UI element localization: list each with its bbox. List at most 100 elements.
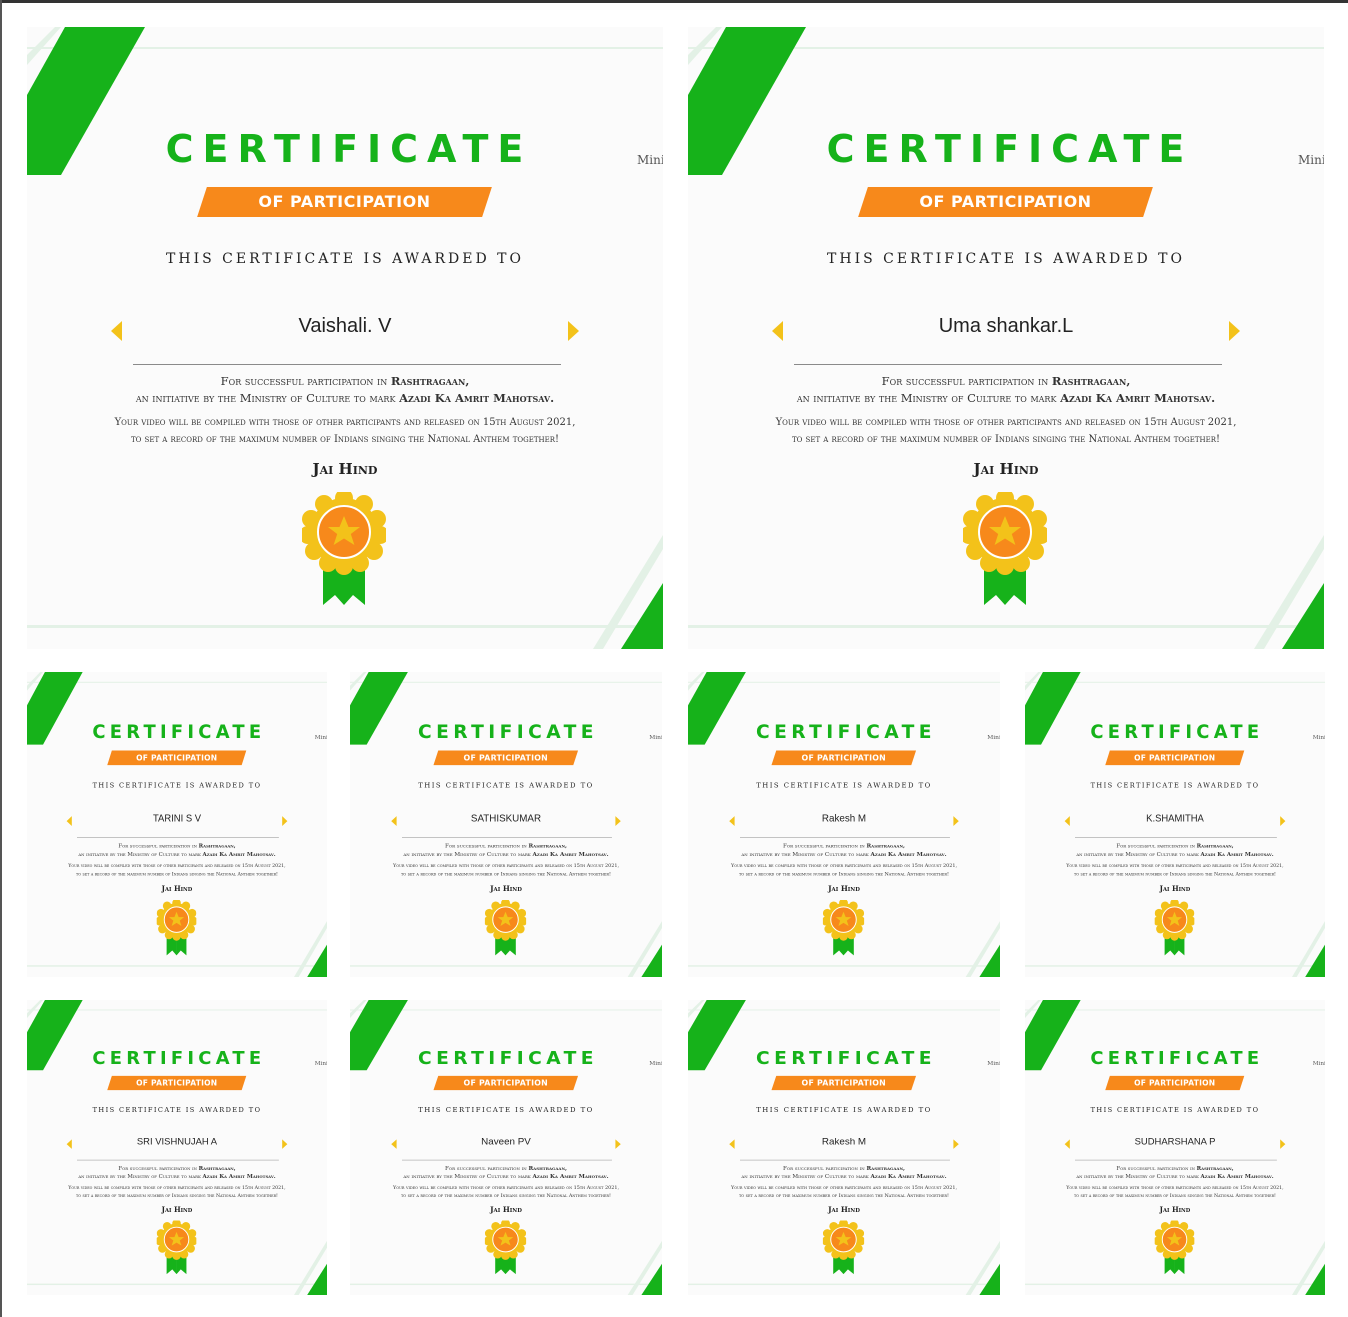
- awarded-to-label: THIS CERTIFICATE IS AWARDED TO: [827, 251, 1185, 267]
- certificate-title: CERTIFICATE: [417, 721, 598, 743]
- recipient-name: Rakesh M: [821, 813, 867, 825]
- compilation-line: Your video will be compiled with those o…: [730, 1184, 958, 1191]
- compilation-line: Your video will be compiled with those o…: [392, 1184, 620, 1191]
- medal-icon: [156, 1220, 197, 1275]
- awarded-to-label: THIS CERTIFICATE IS AWARDED TO: [418, 781, 594, 790]
- medal-icon: [1154, 1220, 1195, 1275]
- record-line: to set a record of the maximum number of…: [791, 434, 1221, 445]
- participation-line: For successful participation in Rashtrag…: [1116, 842, 1234, 850]
- side-text: Mini: [649, 1059, 662, 1067]
- initiative-line: an initiative by the Ministry of Culture…: [1076, 850, 1274, 858]
- certificate-card: CERTIFICATE OF PARTICIPATION THIS CERTIF…: [688, 27, 1324, 649]
- certificate-subtitle: OF PARTICIPATION: [801, 752, 886, 763]
- medal-icon: [156, 900, 197, 956]
- certificate-title: CERTIFICATE: [92, 721, 266, 743]
- certificate-content: CERTIFICATE OF PARTICIPATION THIS CERTIF…: [1025, 672, 1325, 977]
- recipient-name: TARINI S V: [152, 813, 202, 825]
- certificate-title: CERTIFICATE: [755, 721, 936, 743]
- compilation-line: Your video will be compiled with those o…: [68, 863, 286, 869]
- record-line: to set a record of the maximum number of…: [1074, 871, 1276, 877]
- side-text: Mini: [1312, 733, 1325, 741]
- arrow-left-icon: [1064, 816, 1070, 826]
- arrow-right-icon: [1229, 321, 1240, 341]
- record-line: to set a record of the maximum number of…: [76, 1193, 278, 1199]
- arrow-right-icon: [615, 816, 621, 826]
- side-text: Mini: [987, 733, 1000, 741]
- certificate-subtitle: OF PARTICIPATION: [136, 1078, 218, 1088]
- participation-line: For successful participation in Rashtrag…: [783, 1164, 905, 1172]
- certificate-content: CERTIFICATE OF PARTICIPATION THIS CERTIF…: [350, 672, 662, 977]
- initiative-line: an initiative by the Ministry of Culture…: [741, 850, 947, 858]
- record-line: to set a record of the maximum number of…: [76, 871, 278, 877]
- jai-hind-signoff: Jai Hind: [161, 884, 193, 894]
- recipient-name: SUDHARSHANA P: [1134, 1136, 1216, 1148]
- compilation-line: Your video will be compiled with those o…: [1066, 863, 1284, 869]
- medal-icon: [1154, 900, 1195, 956]
- recipient-name: Rakesh M: [821, 1136, 867, 1148]
- arrow-left-icon: [111, 321, 122, 341]
- name-underline: [794, 364, 1222, 365]
- participation-line: For successful participation in Rashtrag…: [783, 842, 905, 850]
- certificate-content: CERTIFICATE OF PARTICIPATION THIS CERTIF…: [688, 672, 1000, 977]
- certificate-content: CERTIFICATE OF PARTICIPATION THIS CERTIF…: [350, 1000, 662, 1295]
- jai-hind-signoff: Jai Hind: [1159, 1205, 1191, 1214]
- side-text: Mini: [637, 153, 663, 167]
- awarded-to-label: THIS CERTIFICATE IS AWARDED TO: [1090, 781, 1260, 790]
- jai-hind-signoff: Jai Hind: [490, 1205, 522, 1214]
- recipient-name: Vaishali. V: [298, 315, 392, 337]
- certificate-content: CERTIFICATE OF PARTICIPATION THIS CERTIF…: [27, 27, 663, 649]
- recipient-name: SRI VISHNUJAH A: [136, 1136, 218, 1148]
- recipient-name: Uma shankar.L: [938, 315, 1074, 337]
- awarded-to-label: THIS CERTIFICATE IS AWARDED TO: [756, 1106, 932, 1114]
- certificate-title: CERTIFICATE: [1090, 721, 1264, 743]
- arrow-left-icon: [391, 816, 397, 826]
- participation-line: For successful participation in Rashtrag…: [1116, 1164, 1234, 1172]
- certificate-content: CERTIFICATE OF PARTICIPATION THIS CERTIF…: [688, 27, 1324, 649]
- arrow-left-icon: [1064, 1139, 1070, 1149]
- arrow-right-icon: [953, 816, 959, 826]
- compilation-line: Your video will be compiled with those o…: [68, 1184, 286, 1191]
- arrow-left-icon: [729, 816, 735, 826]
- certificate-card: CERTIFICATE OF PARTICIPATION THIS CERTIF…: [688, 1000, 1000, 1295]
- certificate-subtitle: OF PARTICIPATION: [136, 752, 218, 763]
- arrow-right-icon: [953, 1139, 959, 1149]
- arrow-left-icon: [66, 1139, 72, 1149]
- certificate-content: CERTIFICATE OF PARTICIPATION THIS CERTIF…: [27, 1000, 327, 1295]
- top-border: [0, 0, 1348, 3]
- compilation-line: Your video will be compiled with those o…: [1066, 1184, 1284, 1191]
- jai-hind-signoff: Jai Hind: [828, 884, 860, 894]
- certificate-card: CERTIFICATE OF PARTICIPATION THIS CERTIF…: [350, 1000, 662, 1295]
- arrow-right-icon: [282, 816, 288, 826]
- certificate-title: CERTIFICATE: [755, 1047, 936, 1069]
- medal-icon: [822, 1220, 865, 1275]
- initiative-line: an initiative by the Ministry of Culture…: [403, 1172, 609, 1180]
- recipient-name: K.SHAMITHA: [1146, 813, 1204, 825]
- medal-icon: [484, 1220, 527, 1275]
- awarded-to-label: THIS CERTIFICATE IS AWARDED TO: [756, 781, 932, 790]
- initiative-line: an initiative by the Ministry of Culture…: [741, 1172, 947, 1180]
- awarded-to-label: THIS CERTIFICATE IS AWARDED TO: [92, 1106, 262, 1114]
- compilation-line: Your video will be compiled with those o…: [114, 417, 576, 428]
- arrow-right-icon: [1280, 1139, 1286, 1149]
- jai-hind-signoff: Jai Hind: [828, 1205, 860, 1214]
- participation-line: For successful participation in Rashtrag…: [118, 1164, 236, 1172]
- jai-hind-signoff: Jai Hind: [490, 884, 522, 894]
- jai-hind-signoff: Jai Hind: [312, 460, 378, 478]
- record-line: to set a record of the maximum number of…: [400, 1193, 611, 1199]
- side-text: Mini: [1298, 153, 1324, 167]
- certificate-card: CERTIFICATE OF PARTICIPATION THIS CERTIF…: [688, 672, 1000, 977]
- certificate-card: CERTIFICATE OF PARTICIPATION THIS CERTIF…: [27, 27, 663, 649]
- record-line: to set a record of the maximum number of…: [130, 434, 560, 445]
- certificate-subtitle: OF PARTICIPATION: [1134, 1078, 1216, 1088]
- record-line: to set a record of the maximum number of…: [738, 1193, 949, 1199]
- certificate-title: CERTIFICATE: [1090, 1047, 1264, 1069]
- certificate-title: CERTIFICATE: [826, 127, 1194, 171]
- initiative-line: an initiative by the Ministry of Culture…: [796, 391, 1216, 405]
- name-underline: [133, 364, 561, 365]
- certificate-subtitle: OF PARTICIPATION: [1134, 752, 1216, 763]
- jai-hind-signoff: Jai Hind: [1159, 884, 1191, 894]
- arrow-right-icon: [568, 321, 579, 341]
- certificate-subtitle: OF PARTICIPATION: [919, 192, 1092, 211]
- certificate-card: CERTIFICATE OF PARTICIPATION THIS CERTIF…: [27, 672, 327, 977]
- recipient-name: SATHISKUMAR: [470, 813, 542, 825]
